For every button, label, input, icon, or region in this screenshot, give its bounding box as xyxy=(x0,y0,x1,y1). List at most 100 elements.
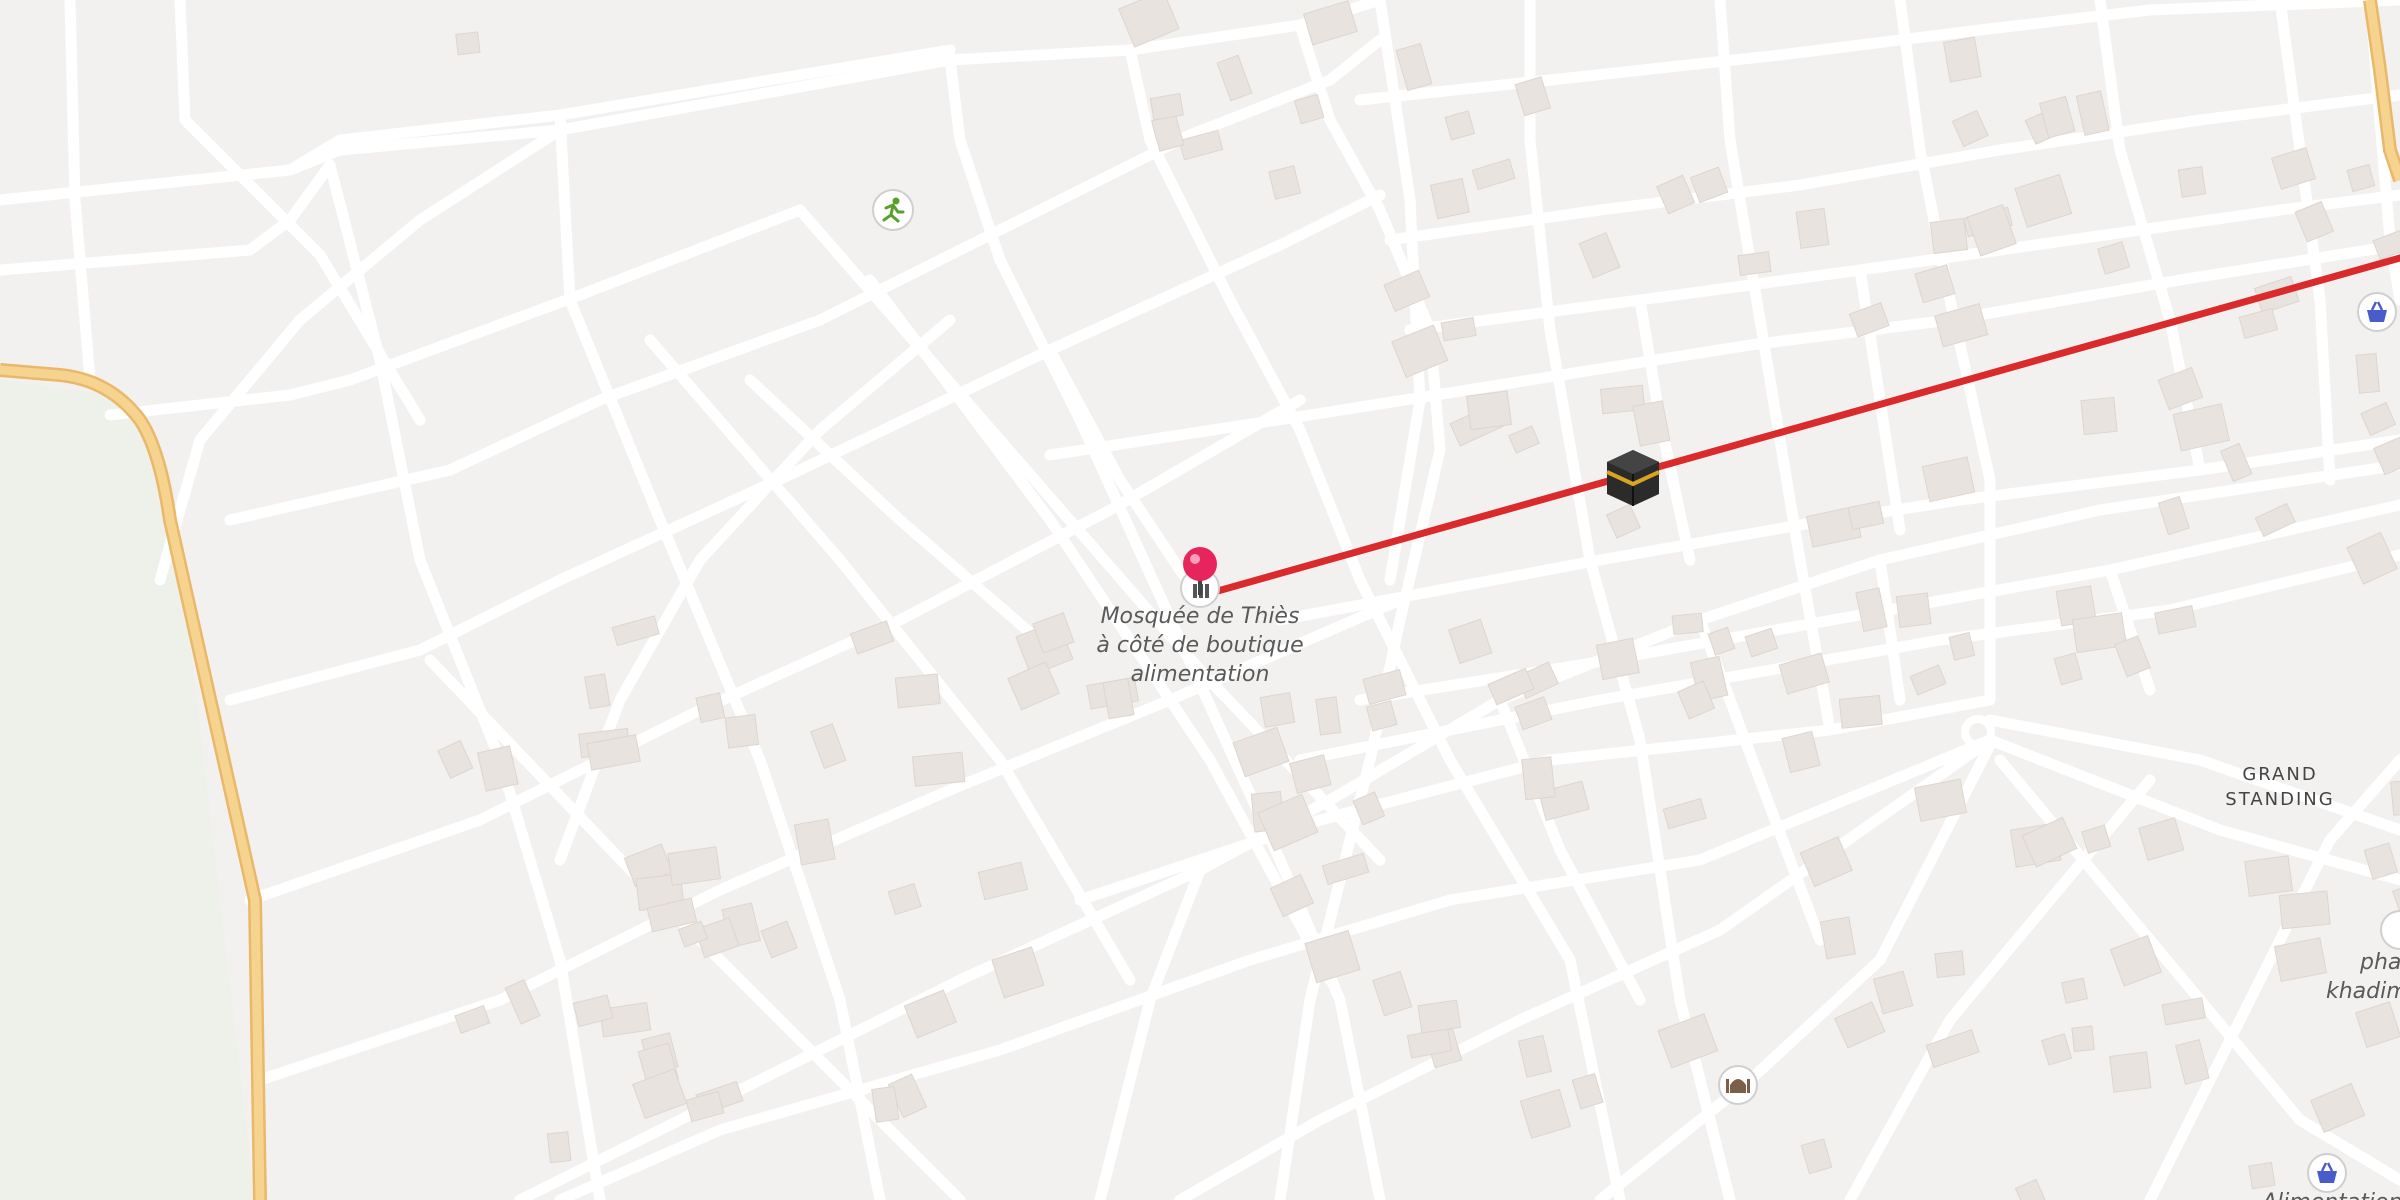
building-153 xyxy=(724,713,760,749)
map-canvas[interactable] xyxy=(0,0,2400,1200)
building-107 xyxy=(1365,700,1398,732)
building-61 xyxy=(2172,403,2231,452)
shopping-basket-icon[interactable] xyxy=(2307,1153,2347,1193)
building-53 xyxy=(2075,90,2110,137)
building-149 xyxy=(911,751,966,787)
building-98 xyxy=(1657,1013,1719,1069)
building-11 xyxy=(1429,177,1470,220)
building-134 xyxy=(695,692,726,724)
shopping-basket-icon[interactable] xyxy=(2357,292,2397,332)
building-89 xyxy=(1934,950,1966,979)
building-146 xyxy=(887,883,922,916)
building-47 xyxy=(1951,109,1989,148)
building-31 xyxy=(1895,592,1932,629)
kaaba-icon[interactable] xyxy=(1606,450,1660,506)
building-105 xyxy=(1800,1138,1833,1175)
building-65 xyxy=(2219,442,2253,483)
street-45 xyxy=(1094,864,1206,1200)
building-123 xyxy=(2354,1001,2400,1048)
building-1 xyxy=(1302,0,1358,46)
building-100 xyxy=(1521,756,1556,801)
running-person-icon[interactable] xyxy=(872,189,914,231)
building-81 xyxy=(1448,618,1493,665)
building-128 xyxy=(2137,817,2185,861)
street-37 xyxy=(2274,0,2336,486)
building-26 xyxy=(1471,158,1516,191)
green-area xyxy=(0,380,255,1200)
building-116 xyxy=(2390,779,2400,816)
building-66 xyxy=(2080,396,2118,436)
building-168 xyxy=(437,739,474,779)
building-62 xyxy=(2238,307,2279,340)
building-87 xyxy=(1662,797,1707,830)
building-6 xyxy=(1395,42,1433,92)
building-112 xyxy=(2061,977,2089,1004)
building-23 xyxy=(1391,324,1449,378)
building-21 xyxy=(1465,390,1513,431)
building-14 xyxy=(1795,207,1830,249)
building-99 xyxy=(1372,970,1413,1017)
building-125 xyxy=(2071,1025,2095,1053)
building-28 xyxy=(1632,400,1671,447)
building-127 xyxy=(2014,1178,2052,1200)
building-22 xyxy=(1508,425,1540,454)
street-28 xyxy=(554,109,886,1200)
building-114 xyxy=(2109,1051,2152,1093)
building-84 xyxy=(1925,1029,1980,1069)
building-166 xyxy=(584,673,611,710)
building-41 xyxy=(1847,500,1885,531)
building-97 xyxy=(1259,691,1296,728)
building-118 xyxy=(2248,1161,2276,1190)
building-91 xyxy=(1315,696,1342,736)
building-19 xyxy=(1934,302,1989,348)
building-5 xyxy=(1268,165,1302,200)
area-label-grand-standing: GRAND STANDING xyxy=(2225,764,2335,810)
poi-label-alimentation[interactable]: Alimentation xyxy=(2262,1188,2400,1200)
poi-label-mosque[interactable]: Mosquée de Thiès à côté de boutique alim… xyxy=(1060,602,1340,689)
building-172 xyxy=(667,846,722,886)
street-39 xyxy=(154,124,566,586)
building-104 xyxy=(1834,1001,1886,1049)
building-40 xyxy=(1671,612,1704,636)
map-view[interactable]: Mosquée de Thiès à côté de boutique alim… xyxy=(0,0,2400,1200)
building-156 xyxy=(871,1085,900,1123)
poi-icon[interactable] xyxy=(2380,910,2400,950)
building-135 xyxy=(903,989,958,1039)
building-113 xyxy=(2244,855,2294,897)
building-106 xyxy=(1514,696,1553,731)
building-111 xyxy=(2174,1039,2210,1085)
building-63 xyxy=(2157,366,2204,411)
building-68 xyxy=(2346,531,2398,585)
street-40 xyxy=(554,314,956,866)
building-8 xyxy=(1216,54,1253,102)
building-85 xyxy=(1519,1088,1572,1139)
building-122 xyxy=(2041,1033,2073,1066)
building-60 xyxy=(2360,401,2397,437)
building-148 xyxy=(685,1090,725,1123)
poi-label-khadim[interactable]: khadim xyxy=(2326,977,2400,1006)
building-150 xyxy=(1007,661,1061,711)
street-34 xyxy=(1714,0,1836,736)
building-33 xyxy=(1838,694,1883,729)
street-51 xyxy=(1874,554,1906,706)
building-46 xyxy=(1929,217,1969,255)
building-44 xyxy=(2346,163,2376,193)
street-1 xyxy=(284,44,956,176)
poi-label-pharmacy[interactable]: pha xyxy=(2360,948,2400,977)
building-90 xyxy=(1417,999,1462,1034)
mosque-icon[interactable] xyxy=(1718,1065,1758,1105)
building-50 xyxy=(2014,173,2073,228)
building-43 xyxy=(2097,241,2131,275)
building-10 xyxy=(1444,110,1476,141)
building-164 xyxy=(631,1068,688,1120)
building-120 xyxy=(2161,997,2206,1026)
building-151 xyxy=(991,946,1045,999)
building-140 xyxy=(793,818,836,866)
building-131 xyxy=(2278,890,2331,930)
building-152 xyxy=(810,723,847,769)
building-7 xyxy=(1149,92,1184,121)
building-103 xyxy=(1819,916,1856,960)
building-86 xyxy=(1517,1034,1553,1078)
building-158 xyxy=(894,673,941,709)
building-139 xyxy=(760,920,798,959)
